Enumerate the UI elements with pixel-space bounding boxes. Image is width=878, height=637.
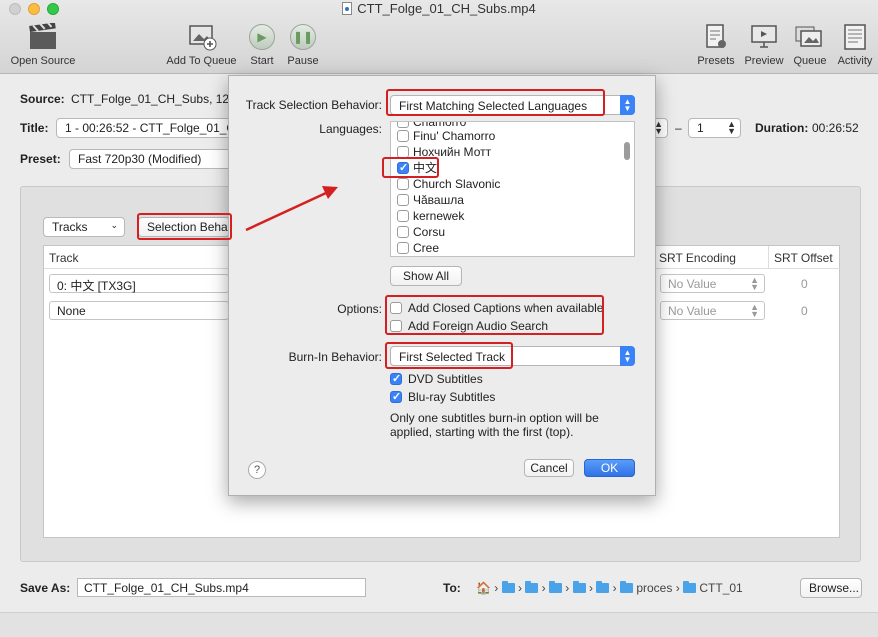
add-to-queue-button[interactable]: Add To Queue — [164, 22, 239, 67]
activity-button[interactable]: Activity — [834, 22, 876, 67]
options-label: Options: — [337, 302, 382, 316]
stepper-arrows-icon: ▲ ▼ — [750, 302, 759, 319]
language-item[interactable]: Нохчийн Мотт — [391, 144, 621, 160]
title-bar: CTT_Folge_01_CH_Subs.mp4 Open Source Add… — [0, 0, 878, 74]
play-icon: ▶ — [249, 24, 275, 50]
window-title: CTT_Folge_01_CH_Subs.mp4 — [0, 1, 878, 16]
tracks-popup[interactable]: Tracks ⌄ — [43, 217, 125, 237]
language-item[interactable]: Cree — [391, 240, 621, 256]
srt-encoding-row-1[interactable]: No Value ▲ ▼ — [660, 274, 765, 293]
queue-icon — [791, 22, 829, 52]
stepper-arrows-icon: ▲ ▼ — [727, 119, 736, 136]
language-item[interactable]: Finu' Chamorro — [391, 128, 621, 144]
preset-popup[interactable]: Fast 720p30 (Modified) — [69, 149, 231, 169]
presets-icon — [695, 22, 737, 52]
popup-arrows-icon: ▲ ▼ — [620, 346, 635, 366]
popup-arrows-icon: ▲ ▼ — [620, 95, 635, 115]
stepper-arrows-icon: ▲ ▼ — [750, 275, 759, 292]
languages-scrollbar[interactable] — [624, 142, 630, 160]
folder-icon — [525, 581, 539, 593]
language-checkbox[interactable] — [397, 146, 409, 158]
srt-offset-row-1[interactable]: 0 — [801, 277, 808, 291]
language-item[interactable]: kernewek — [391, 208, 621, 224]
language-item[interactable]: Чӑвашла — [391, 192, 621, 208]
track-selection-popup[interactable]: First Matching Selected Languages ▲ ▼ — [390, 95, 635, 115]
folder-icon — [548, 581, 562, 593]
language-checkbox[interactable] — [397, 122, 409, 128]
language-item[interactable]: Corsu — [391, 224, 621, 240]
track-selection-label: Track Selection Behavior: — [245, 98, 382, 112]
closed-captions-checkbox[interactable] — [390, 302, 402, 314]
source-label: Source: — [20, 92, 65, 106]
burn-in-note: Only one subtitles burn-in option will b… — [390, 411, 599, 439]
foreign-audio-option[interactable]: Add Foreign Audio Search — [390, 318, 548, 334]
dvd-subtitles-option[interactable]: DVD Subtitles — [390, 371, 483, 387]
track-row-2-popup[interactable]: None — [49, 301, 229, 320]
chevron-down-icon: ⌄ — [110, 220, 118, 230]
ok-button[interactable]: OK — [584, 459, 635, 477]
languages-list[interactable]: Chamorro Finu' Chamorro Нохчийн Мотт 中文 … — [390, 121, 635, 257]
languages-label: Languages: — [319, 122, 382, 136]
language-item[interactable]: Church Slavonic — [391, 176, 621, 192]
column-header-srt-encoding: SRT Encoding — [659, 251, 736, 265]
preset-label: Preset: — [20, 152, 61, 166]
range-end-stepper[interactable]: 1 ▲ ▼ — [688, 118, 741, 138]
pause-icon: ❚❚ — [290, 24, 316, 50]
start-button[interactable]: ▶ Start — [246, 22, 278, 67]
browse-button[interactable]: Browse... — [800, 578, 862, 598]
burn-in-popup[interactable]: First Selected Track ▲ ▼ — [390, 346, 635, 366]
folder-icon — [683, 581, 697, 593]
language-checkbox[interactable] — [397, 194, 409, 206]
srt-encoding-row-2[interactable]: No Value ▲ ▼ — [660, 301, 765, 320]
source-value: CTT_Folge_01_CH_Subs, 1280: — [71, 92, 246, 106]
bluray-subtitles-checkbox[interactable] — [390, 389, 402, 405]
destination-path[interactable]: 🏠 › › › › › › proces › CTT_01 — [476, 581, 743, 595]
add-photo-icon — [164, 22, 239, 52]
queue-button[interactable]: Queue — [791, 22, 829, 67]
cancel-button[interactable]: Cancel — [524, 459, 574, 477]
column-header-track: Track — [49, 251, 79, 265]
closed-captions-option[interactable]: Add Closed Captions when available — [390, 300, 603, 316]
presets-button[interactable]: Presets — [695, 22, 737, 67]
monitor-icon — [742, 22, 786, 52]
language-checkbox[interactable] — [397, 226, 409, 238]
folder-icon — [596, 581, 610, 593]
range-dash: – — [675, 121, 682, 135]
clapperboard-icon — [8, 22, 78, 52]
folder-icon — [572, 581, 586, 593]
open-source-button[interactable]: Open Source — [8, 22, 78, 67]
language-checkbox-checked[interactable] — [397, 160, 409, 176]
language-checkbox[interactable] — [397, 242, 409, 254]
selection-behavior-button[interactable]: Selection Behav — [138, 217, 230, 237]
language-checkbox[interactable] — [397, 178, 409, 190]
show-all-button[interactable]: Show All — [390, 266, 462, 286]
column-header-srt-offset: SRT Offset — [774, 251, 833, 265]
dvd-subtitles-checkbox[interactable] — [390, 371, 402, 387]
home-icon: 🏠 — [476, 581, 491, 595]
language-checkbox[interactable] — [397, 210, 409, 222]
burn-in-label: Burn-In Behavior: — [288, 350, 382, 364]
status-bar — [0, 612, 878, 637]
language-item-chinese[interactable]: 中文 — [391, 160, 621, 176]
folder-icon — [501, 581, 515, 593]
to-label: To: — [443, 581, 461, 595]
folder-icon — [619, 581, 633, 593]
track-row-1-popup[interactable]: 0: 中文 [TX3G] — [49, 274, 229, 293]
save-as-label: Save As: — [20, 581, 71, 595]
preview-button[interactable]: Preview — [742, 22, 786, 67]
title-popup[interactable]: 1 - 00:26:52 - CTT_Folge_01_CH — [56, 118, 231, 138]
bluray-subtitles-option[interactable]: Blu-ray Subtitles — [390, 389, 495, 405]
foreign-audio-checkbox[interactable] — [390, 320, 402, 332]
save-as-field[interactable]: CTT_Folge_01_CH_Subs.mp4 — [77, 578, 366, 597]
document-icon — [342, 2, 353, 15]
title-label: Title: — [20, 121, 49, 135]
duration-value: 00:26:52 — [812, 121, 859, 135]
pause-button[interactable]: ❚❚ Pause — [285, 22, 321, 67]
activity-log-icon — [834, 22, 876, 52]
duration-label: Duration: — [755, 121, 809, 135]
srt-offset-row-2[interactable]: 0 — [801, 304, 808, 318]
language-checkbox[interactable] — [397, 130, 409, 142]
help-button[interactable]: ? — [248, 461, 266, 479]
